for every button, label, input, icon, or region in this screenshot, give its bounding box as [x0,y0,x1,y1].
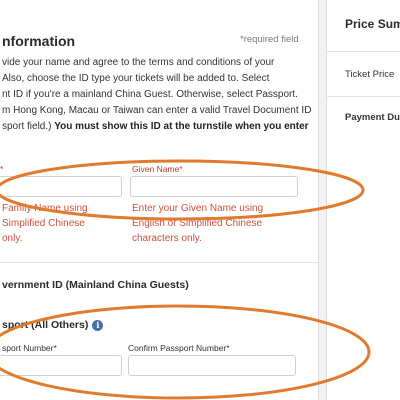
passport-option-label: sport (All Others) [2,319,89,331]
given-name-label: Given Name* [132,164,183,174]
price-summary-title: Price Sum [345,17,400,31]
intro-text-line-2: Also, choose the ID type your tickets wi… [2,73,270,84]
passport-number-input[interactable] [0,355,122,376]
intro-text-line-5: sport field.) You must show this ID at t… [2,119,309,135]
family-name-error: Family Name using Simplified Chinese onl… [2,201,88,246]
confirm-passport-label: Confirm Passport Number* [128,343,230,353]
family-name-error-line: Simplified Chinese [2,218,85,229]
panel-divider [318,0,319,400]
family-name-label: * [0,164,4,174]
given-name-error-line: Enter your Given Name using [132,203,264,214]
intro-text-line-1: vide your name and agree to the terms an… [2,57,275,68]
passport-option[interactable]: sport (All Others) i [2,319,104,331]
info-icon[interactable]: i [92,319,104,331]
intro-text-normal: sport field.) [2,121,55,132]
section-divider [0,262,318,263]
section-title: nformation [2,33,76,49]
given-name-input[interactable] [130,176,298,197]
given-name-error-line: characters only. [132,233,202,244]
family-name-input[interactable] [0,176,122,197]
sidebar-divider [327,51,400,52]
payment-due-label: Payment Du [345,112,400,123]
given-name-error: Enter your Given Name using English or S… [132,201,263,246]
given-name-error-line: English or Simplified Chinese [132,218,263,229]
sidebar-divider [327,96,400,97]
intro-text-line-3: nt ID if you're a mainland China Guest. … [2,89,298,100]
government-id-option[interactable]: vernment ID (Mainland China Guests) [2,279,189,291]
passport-number-label: sport Number* [2,343,57,353]
required-field-note: *required field [240,34,299,45]
turnstile-id-warning: You must show this ID at the turnstile w… [54,121,309,132]
ticket-price-label: Ticket Price [345,69,395,80]
price-summary-panel: Price Sum Ticket Price Payment Du [326,0,400,400]
family-name-error-line: Family Name using [2,203,88,214]
family-name-error-line: only. [2,233,23,244]
traveler-information-form: nformation *required field vide your nam… [0,0,318,400]
intro-text-line-4: m Hong Kong, Macau or Taiwan can enter a… [2,105,312,116]
confirm-passport-input[interactable] [128,355,296,376]
